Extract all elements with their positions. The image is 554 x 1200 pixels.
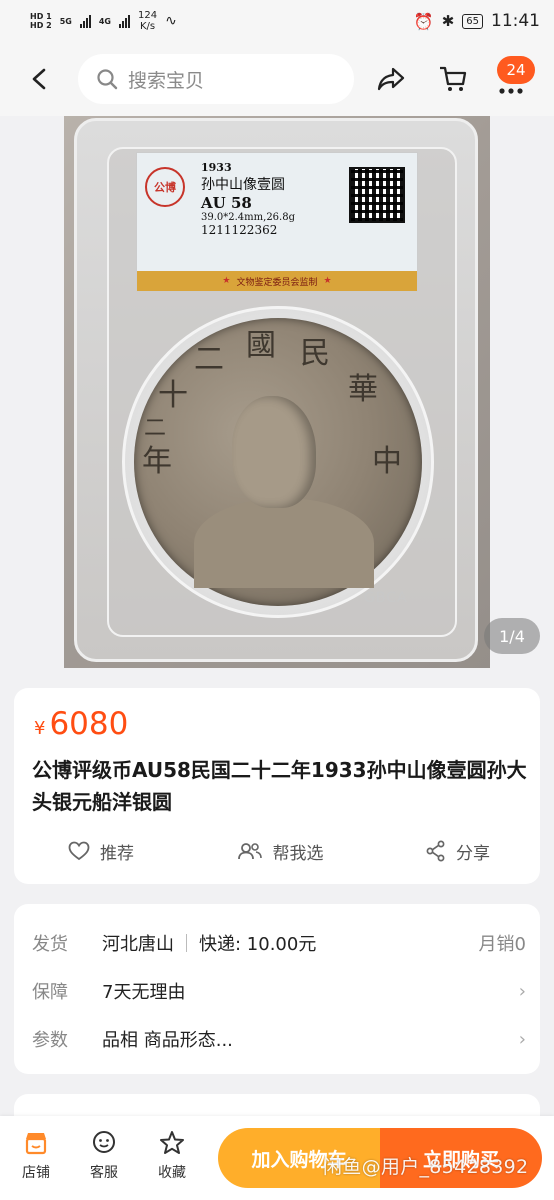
- label-name: 孙中山像壹圆: [201, 177, 285, 193]
- clock: 11:41: [491, 11, 540, 31]
- ship-from: 河北唐山: [102, 934, 174, 955]
- coin-char: 華: [348, 372, 378, 407]
- shop-label: 店铺: [22, 1165, 50, 1181]
- coin-char: 國: [246, 328, 276, 363]
- network-type-1: 5G: [59, 16, 72, 26]
- chevron-right-icon: ›: [518, 980, 526, 1002]
- seal-text: 公博: [154, 181, 176, 194]
- label-text: 1933 孙中山像壹圆 AU 58 39.0*2.4mm,26.8g 12111…: [201, 161, 295, 237]
- product-title: 公博评级币AU58民国二十二年1933孙中山像壹圆孙大头银元船洋银圆: [32, 758, 527, 814]
- shipping-label: 发货: [32, 934, 68, 955]
- coin-char: 年: [142, 444, 172, 479]
- wave-icon: ∿: [165, 13, 177, 29]
- guarantee-label: 保障: [32, 982, 68, 1003]
- coin-char: 民: [300, 336, 330, 371]
- signal-icon: [79, 14, 91, 28]
- service-tab[interactable]: 客服: [74, 1130, 134, 1182]
- params-label: 参数: [32, 1030, 68, 1051]
- cart-count-badge: 24: [497, 56, 535, 84]
- label-grade: AU 58: [201, 194, 252, 212]
- speed-value: 124: [137, 10, 158, 21]
- express-fee: 快递: 10.00元: [199, 934, 317, 955]
- service-label: 客服: [90, 1165, 118, 1181]
- signal-icon-2: [118, 14, 130, 28]
- shop-icon: [25, 1133, 47, 1155]
- network-type-2: 4G: [98, 16, 111, 26]
- label-serial: 1211122362: [201, 223, 278, 237]
- search-icon: [97, 69, 118, 90]
- params-value: 品相 商品形态...: [102, 1030, 233, 1051]
- guarantee-value: 7天无理由: [102, 982, 186, 1003]
- label-band-text: 文物鉴定委员会监制: [236, 277, 318, 288]
- price-value: 6080: [49, 706, 129, 742]
- purchase-buttons: 加入购物车 立即购买: [218, 1128, 542, 1188]
- coin-mark: GBCA: [364, 590, 408, 606]
- sim-indicator: HD 1 HD 2: [30, 12, 52, 30]
- speed-unit: K/s: [139, 21, 156, 32]
- share-action-button[interactable]: 分享: [426, 836, 490, 866]
- back-button[interactable]: [0, 42, 80, 116]
- params-row[interactable]: 参数 品相 商品形态... ›: [32, 1024, 526, 1054]
- product-info-card: ¥ 6080 公博评级币AU58民国二十二年1933孙中山像壹圆孙大头银元船洋银…: [14, 688, 540, 884]
- share-button[interactable]: [372, 60, 410, 98]
- chevron-right-icon: ›: [518, 1028, 526, 1050]
- seal-icon: 公博: [145, 167, 185, 207]
- label-specs: 39.0*2.4mm,26.8g: [201, 212, 295, 223]
- buy-now-button[interactable]: 立即购买: [380, 1128, 542, 1188]
- help-choose-label: 帮我选: [272, 843, 324, 864]
- currency-symbol: ¥: [34, 718, 46, 739]
- heart-icon: [68, 841, 90, 861]
- sim1-label: HD 1: [30, 12, 52, 21]
- star-icon: ★: [323, 276, 332, 286]
- shop-tab[interactable]: 店铺: [6, 1130, 66, 1182]
- grading-label: 公博 1933 孙中山像壹圆 AU 58 39.0*2.4mm,26.8g 12…: [136, 152, 418, 292]
- add-to-cart-button[interactable]: 加入购物车: [218, 1128, 380, 1188]
- network-speed: 124 K/s: [138, 10, 157, 32]
- coin-char: 十: [158, 378, 188, 413]
- product-image[interactable]: 公博 1933 孙中山像壹圆 AU 58 39.0*2.4mm,26.8g 12…: [64, 116, 490, 668]
- star-outline-icon: [160, 1131, 184, 1154]
- divider: [186, 934, 187, 952]
- action-row: 推荐 帮我选 分享: [14, 836, 540, 866]
- more-icon: [499, 88, 523, 94]
- share-arrow-icon: [377, 67, 405, 91]
- monthly-sales: 月销0: [478, 934, 526, 955]
- recommend-button[interactable]: 推荐: [68, 836, 134, 866]
- coin-portrait-body: [194, 498, 374, 588]
- battery-icon: 65: [462, 13, 483, 29]
- qr-code-icon: [349, 167, 405, 223]
- coin-char: 中: [372, 444, 402, 479]
- sim2-label: HD 2: [30, 21, 52, 30]
- search-bar[interactable]: 搜索宝贝: [78, 54, 354, 104]
- image-counter: 1/4: [484, 618, 540, 654]
- chevron-left-icon: [32, 68, 46, 90]
- delivery-info-card: 发货 河北唐山 快递: 10.00元 月销0 保障 7天无理由 › 参数 品相 …: [14, 904, 540, 1074]
- favorite-label: 收藏: [158, 1165, 186, 1181]
- shipping-row: 发货 河北唐山 快递: 10.00元 月销0: [32, 928, 526, 958]
- bottom-action-bar: 店铺 客服 收藏 加入购物车 立即购买: [0, 1116, 554, 1200]
- bluetooth-icon: ✱: [441, 12, 455, 30]
- label-band: ★ 文物鉴定委员会监制 ★: [137, 271, 417, 291]
- cart-icon: [440, 66, 467, 91]
- search-placeholder: 搜索宝贝: [128, 69, 205, 92]
- coin-portrait-head: [232, 396, 316, 508]
- cart-button[interactable]: [434, 60, 472, 98]
- recommend-label: 推荐: [100, 843, 134, 864]
- label-year: 1933: [201, 161, 232, 174]
- alarm-icon: ⏰: [413, 11, 434, 31]
- top-navigation: 搜索宝贝: [0, 42, 554, 116]
- coin: 中 華 民 國 二 十 二 年: [134, 318, 422, 606]
- coin-char: 二: [194, 342, 224, 377]
- status-bar: HD 1 HD 2 5G 4G 124 K/s ∿ ⏰ ✱ 65 11:41: [0, 0, 554, 42]
- price: ¥ 6080: [34, 706, 128, 742]
- help-choose-button[interactable]: 帮我选: [237, 836, 324, 866]
- share-icon: [426, 840, 445, 862]
- favorite-tab[interactable]: 收藏: [142, 1130, 202, 1182]
- share-label: 分享: [456, 843, 490, 864]
- guarantee-row[interactable]: 保障 7天无理由 ›: [32, 976, 526, 1006]
- star-icon: ★: [222, 276, 231, 286]
- chat-face-icon: [93, 1131, 115, 1153]
- people-icon: [237, 843, 262, 860]
